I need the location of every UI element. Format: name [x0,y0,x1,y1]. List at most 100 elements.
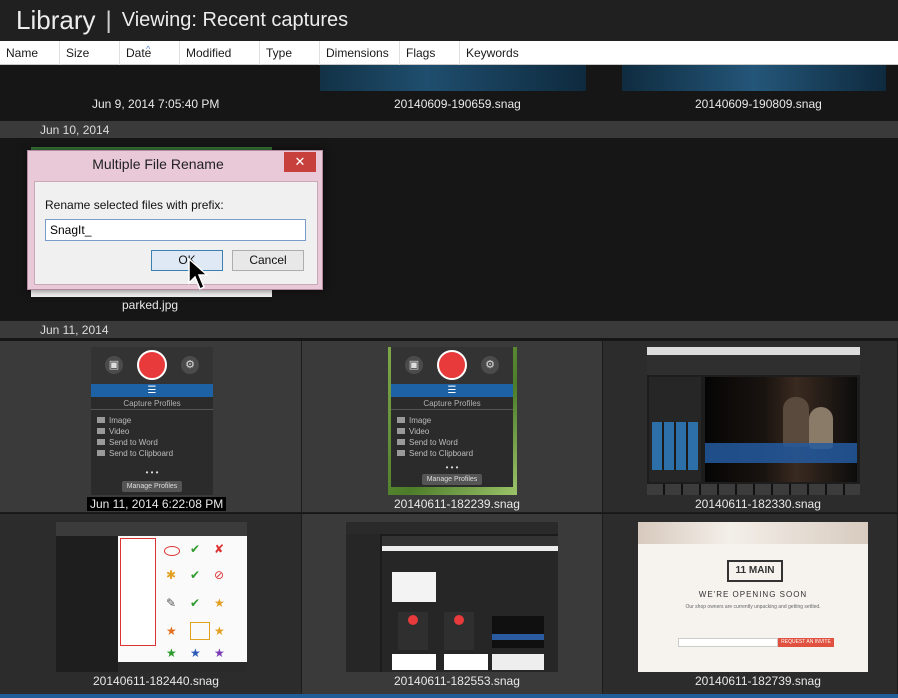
profile-item-label: Send to Word [409,438,458,447]
profile-item: Video [397,427,429,436]
column-date[interactable]: ^ Date [120,41,180,65]
highlight-band [705,443,857,463]
profile-item: Send to Clipboard [397,449,473,458]
mini-thumb [398,612,428,650]
file-caption[interactable]: Jun 9, 2014 7:05:40 PM [92,97,219,111]
photo [705,377,857,482]
thumbnail-190809[interactable] [622,65,886,91]
column-flags[interactable]: Flags [400,41,460,65]
thumbnail-snagit-widget[interactable]: ▣ ⚙ ☰ Capture Profiles Image Video Send … [91,347,213,495]
gear-icon: ⚙ [481,356,499,374]
file-caption[interactable]: 20140611-182440.snag [93,674,219,688]
manage-profiles: Manage Profiles [422,474,482,485]
toolbar [647,355,860,375]
record-button-icon [454,615,464,625]
file-caption[interactable]: 20140609-190809.snag [695,97,822,111]
file-caption[interactable]: 20140611-182330.snag [695,497,821,511]
file-caption[interactable]: parked.jpg [122,298,178,312]
toolbar [56,522,247,536]
profile-item-label: Image [409,416,432,425]
profile-item-label: Video [409,427,430,436]
thumbnails-strip [652,422,698,470]
clipboard-icon [397,450,405,456]
thumbnail-190659[interactable] [320,65,586,91]
person-figure [783,397,809,447]
camera-icon: ▣ [405,356,423,374]
group-header-jun-10[interactable]: Jun 10, 2014 [0,121,898,138]
profile-item: Image [397,416,431,425]
email-field [678,638,778,647]
file-caption-selected[interactable]: Jun 11, 2014 6:22:08 PM [87,497,227,511]
divider [391,409,513,410]
camera-icon: ▣ [105,356,123,374]
check-stamp-icon: ✔ [190,542,201,556]
sort-ascending-icon: ^ [146,44,151,54]
column-header: Name Size ^ Date Modified Type Dimension… [0,41,898,65]
image-icon [397,417,405,423]
x-stamp-icon: ✘ [214,542,225,556]
profile-item: Send to Clipboard [97,449,173,458]
pen-stamp-icon: ✎ [166,596,177,610]
thumbnail-website[interactable]: 11 MAIN WE'RE OPENING SOON Our shop owne… [638,522,868,672]
menu-icon: ☰ [91,384,213,397]
close-icon[interactable]: ✕ [284,152,316,172]
mouse-cursor-icon [188,258,209,291]
profile-item: Send to Word [397,438,458,447]
thumbnail-stamps[interactable]: ✔ ✘ ✱ ✔ ⊘ ✎ ✔ ★ ★ ★ ★ ★ ★ [56,522,247,672]
video-icon [397,428,405,434]
check-stamp-icon: ✔ [190,568,201,582]
column-type[interactable]: Type [260,41,320,65]
column-dimensions[interactable]: Dimensions [320,41,400,65]
profile-item-label: Send to Word [109,438,158,447]
title-bar: Library | Viewing: Recent captures [0,0,898,41]
multiple-file-rename-dialog: Multiple File Rename ✕ Rename selected f… [27,150,323,290]
file-caption[interactable]: 20140611-182553.snag [394,674,520,688]
side-panel [649,377,701,482]
column-size[interactable]: Size [60,41,120,65]
stamp-canvas: ✔ ✘ ✱ ✔ ⊘ ✎ ✔ ★ ★ ★ ★ ★ ★ [118,536,247,662]
selected-stamp-icon [190,622,210,640]
side-panel [56,536,118,672]
cancel-button[interactable]: Cancel [232,250,304,271]
file-caption[interactable]: 20140611-182239.snag [394,497,520,511]
file-caption[interactable]: 20140611-182739.snag [695,674,821,688]
mini-thumb [392,654,436,670]
prefix-input[interactable] [45,219,306,241]
divider [91,409,213,410]
title-strip [382,536,558,546]
brand-logo: 11 MAIN [727,560,783,582]
thumbnail-snagit-widget-green[interactable]: ▣ ⚙ ☰ Capture Profiles Image Video Send … [388,347,517,495]
profile-item-label: Send to Clipboard [109,449,174,458]
mini-thumb [444,654,488,670]
clipboard-icon [97,450,105,456]
site-banner [638,522,868,544]
thumbnail-library-screenshot[interactable] [346,522,558,672]
star-stamp-icon: ★ [214,596,225,610]
ok-button[interactable]: OK [151,250,223,271]
profiles-title: Capture Profiles [123,399,181,408]
column-name[interactable]: Name [0,41,60,65]
page-subtitle: Viewing: Recent captures [121,9,349,31]
mini-thumb [492,616,544,648]
forbidden-stamp-icon: ⊘ [214,568,225,582]
column-keywords[interactable]: Keywords [460,41,540,65]
menu-icon: ☰ [391,384,513,397]
pager-dots: • • • [445,463,459,472]
title-separator: | [105,6,112,34]
column-modified[interactable]: Modified [180,41,260,65]
profile-item: Video [97,427,129,436]
group-header-jun-11[interactable]: Jun 11, 2014 [0,321,898,338]
word-icon [397,439,405,445]
dialog-body: Rename selected files with prefix: OK Ca… [34,181,318,285]
ellipse-stamp-icon [164,546,180,556]
cta-button: REQUEST AN INVITE [778,638,834,647]
profiles-title: Capture Profiles [423,399,481,408]
group-label: Jun 11, 2014 [40,323,109,337]
site-headline: WE'RE OPENING SOON [698,590,808,599]
thumbnail-editor-photo[interactable] [647,347,860,495]
header-strip [382,546,558,551]
profile-item-label: Send to Clipboard [409,449,474,458]
mini-thumb [444,612,474,650]
file-caption[interactable]: 20140609-190659.snag [394,97,521,111]
profile-item: Image [97,416,131,425]
